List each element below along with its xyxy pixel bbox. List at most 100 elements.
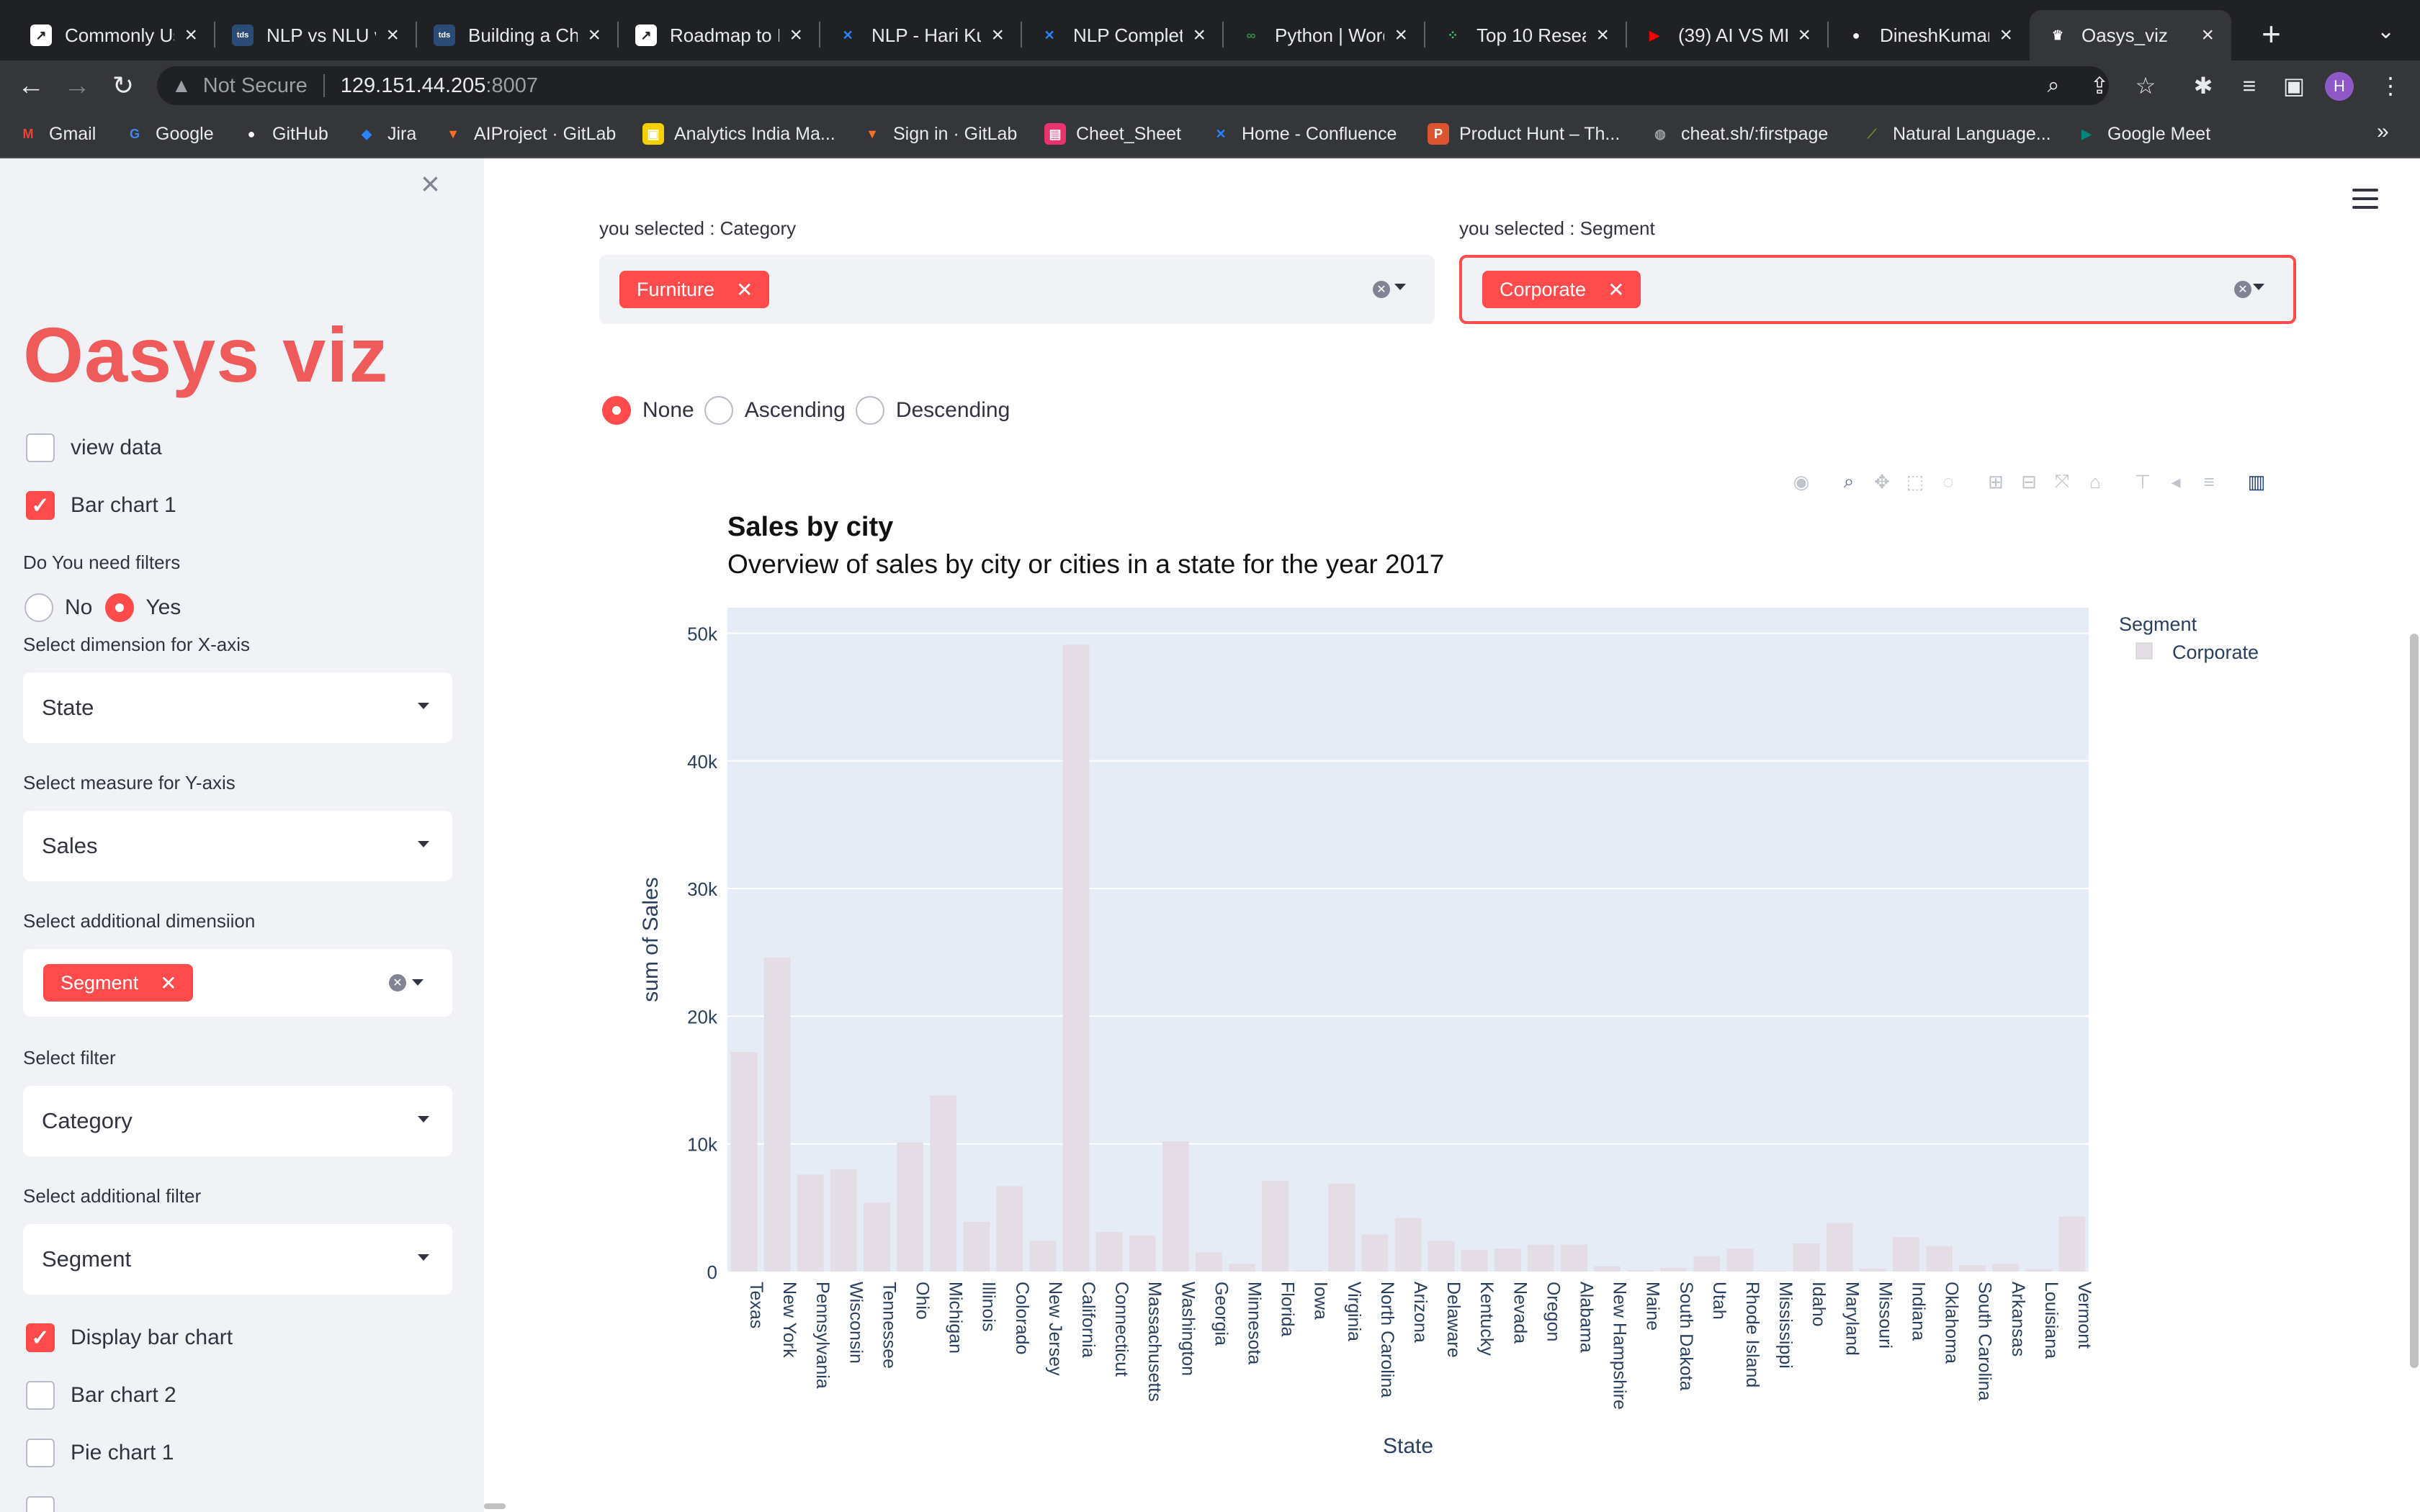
x-tick-label: Virginia (1344, 1282, 1364, 1341)
close-tab-icon[interactable]: × (1394, 23, 1407, 48)
close-tab-icon[interactable]: × (789, 23, 802, 48)
hover-closest-icon[interactable]: ◂ (2165, 471, 2187, 492)
close-tab-icon[interactable]: × (588, 23, 601, 48)
remove-chip-icon[interactable]: ✕ (1608, 278, 1624, 302)
sort-none-radio[interactable]: None (602, 396, 694, 425)
sidebar-resize-handle[interactable] (484, 1503, 506, 1509)
sort-descending-radio[interactable]: Descending (855, 396, 1010, 425)
close-tab-icon[interactable]: × (2201, 23, 2214, 48)
sort-ascending-radio[interactable]: Ascending (704, 396, 846, 425)
new-tab-icon[interactable]: + (2262, 14, 2281, 53)
filters-yes-radio[interactable]: Yes (105, 593, 181, 622)
bookmark-item[interactable]: G Google (124, 120, 214, 148)
clear-all-icon[interactable]: ✕ (389, 974, 406, 991)
zoom-icon[interactable]: ⌕ (2038, 71, 2069, 101)
y-axis-select[interactable]: Sales (23, 811, 452, 881)
bookmark-item[interactable]: M Gmail (17, 120, 97, 148)
bookmark-item[interactable]: ◆ Jira (356, 120, 416, 148)
category-multiselect[interactable]: Furniture ✕ ✕ (599, 255, 1435, 324)
spike-lines-icon[interactable]: ⊤ (2132, 471, 2154, 492)
bookmark-item[interactable]: ▣ Analytics India Ma... (642, 120, 835, 148)
bookmark-label: GitHub (272, 123, 328, 144)
browser-tab[interactable]: ∞ Python | Word × (1223, 10, 1425, 60)
bookmark-item[interactable]: ◍ cheat.sh/:firstpage (1649, 120, 1828, 148)
hamburger-menu-icon[interactable] (2352, 189, 2378, 210)
close-tab-icon[interactable]: × (1193, 23, 1206, 48)
bookmark-star-icon[interactable]: ☆ (2130, 71, 2161, 101)
pie-chart-1-checkbox[interactable]: Pie chart 1 (26, 1437, 174, 1469)
clear-all-icon[interactable]: ✕ (1373, 281, 1390, 298)
extensions-icon[interactable]: ✱ (2188, 71, 2218, 101)
next-checkbox[interactable] (26, 1495, 71, 1512)
x-tick-label: Georgia (1211, 1282, 1231, 1346)
additional-dimension-multiselect[interactable]: Segment ✕ ✕ (23, 949, 452, 1017)
close-tab-icon[interactable]: × (1596, 23, 1609, 48)
browser-tab[interactable]: ● DineshKumar × (1828, 10, 2030, 60)
bookmark-item[interactable]: ✕ Home - Confluence (1210, 120, 1397, 148)
close-tab-icon[interactable]: × (1999, 23, 2012, 48)
address-divider (323, 74, 325, 97)
y-tick-label: 10k (687, 1134, 718, 1156)
profile-avatar[interactable]: H (2325, 72, 2354, 101)
remove-chip-icon[interactable]: ✕ (160, 971, 176, 995)
browser-tab[interactable]: ▶ (39) AI VS ML × (1626, 10, 1828, 60)
back-icon[interactable]: ← (13, 68, 49, 104)
bookmark-item[interactable]: ▼ AIProject · GitLab (442, 120, 616, 148)
browser-tab[interactable]: ⁘ Top 10 Resea × (1425, 10, 1626, 60)
reset-axes-icon[interactable]: ⌂ (2084, 471, 2106, 492)
sidepanel-icon[interactable]: ▣ (2279, 71, 2309, 101)
bookmarks-more-icon[interactable]: » (2377, 120, 2389, 144)
bookmark-item[interactable]: P Product Hunt – Th... (1428, 120, 1620, 148)
view-data-checkbox[interactable]: view data (26, 432, 162, 464)
zoom-icon[interactable]: ⌕ (1838, 470, 1860, 492)
menu-kebab-icon[interactable]: ⋮ (2375, 71, 2406, 101)
close-sidebar-icon[interactable]: × (421, 164, 440, 203)
browser-tab[interactable]: ♛ Oasys_viz × (2030, 10, 2231, 60)
share-icon[interactable]: ⇪ (2084, 71, 2115, 101)
bookmark-item[interactable]: ▤ Cheet_Sheet (1044, 120, 1181, 148)
box-select-icon[interactable]: ⬚ (1904, 471, 1926, 492)
lasso-select-icon[interactable]: ◌ (1937, 471, 1959, 492)
address-bar[interactable]: ▲ Not Secure 129.151.44.205:8007 (157, 66, 2109, 105)
filter-select[interactable]: Category (23, 1086, 452, 1156)
tab-search-icon[interactable]: ⌄ (2377, 19, 2395, 44)
forward-icon[interactable]: → (59, 68, 95, 104)
close-tab-icon[interactable]: × (991, 23, 1004, 48)
additional-filter-select[interactable]: Segment (23, 1224, 452, 1295)
clear-all-icon[interactable]: ✕ (2234, 281, 2251, 298)
browser-tab[interactable]: ✕ NLP - Hari Ku × (820, 10, 1021, 60)
pan-icon[interactable]: ✥ (1871, 471, 1893, 492)
bookmark-label: Home - Confluence (1242, 123, 1397, 144)
hover-compare-icon[interactable]: ≡ (2198, 471, 2220, 492)
plotly-logo-icon[interactable]: ▥ (2246, 471, 2267, 492)
bookmark-item[interactable]: ▶ Google Meet (2076, 120, 2210, 148)
reload-icon[interactable]: ↻ (105, 68, 141, 104)
filters-no-radio[interactable]: No (24, 593, 92, 622)
zoom-in-icon[interactable]: ⊞ (1985, 471, 2007, 492)
bar-chart-1-checkbox[interactable]: ✓ Bar chart 1 (26, 490, 176, 521)
bar-chart-2-checkbox[interactable]: Bar chart 2 (26, 1380, 176, 1411)
segment-multiselect[interactable]: Corporate ✕ ✕ (1459, 255, 2296, 324)
browser-tab[interactable]: tds NLP vs NLU v × (215, 10, 416, 60)
bookmark-item[interactable]: ● GitHub (241, 120, 328, 148)
browser-tab[interactable]: ↗ Commonly Us × (13, 10, 215, 60)
close-tab-icon[interactable]: × (386, 23, 399, 48)
display-bar-chart-checkbox[interactable]: ✓ Display bar chart (26, 1322, 233, 1354)
browser-tab[interactable]: tds Building a Ch × (416, 10, 618, 60)
x-axis-select[interactable]: State (23, 672, 452, 743)
bookmark-item[interactable]: ▼ Sign in · GitLab (861, 120, 1017, 148)
x-tick-label: California (1078, 1282, 1098, 1358)
media-icon[interactable]: ≡ (2234, 71, 2264, 101)
close-tab-icon[interactable]: × (184, 23, 197, 48)
main-scrollbar[interactable] (2410, 634, 2419, 1368)
browser-tab[interactable]: ✕ NLP Complet × (1021, 10, 1223, 60)
x-tick-label: Utah (1709, 1282, 1729, 1320)
camera-icon[interactable]: ◉ (1791, 471, 1812, 492)
remove-chip-icon[interactable]: ✕ (736, 278, 753, 302)
bookmark-label: Sign in · GitLab (893, 123, 1018, 144)
bookmark-item[interactable]: ⟋ Natural Language... (1861, 120, 2051, 148)
autoscale-icon[interactable]: ⤧ (2051, 470, 2073, 492)
browser-tab[interactable]: ↗ Roadmap to N × (618, 10, 820, 60)
close-tab-icon[interactable]: × (1798, 23, 1811, 48)
zoom-out-icon[interactable]: ⊟ (2018, 471, 2040, 492)
